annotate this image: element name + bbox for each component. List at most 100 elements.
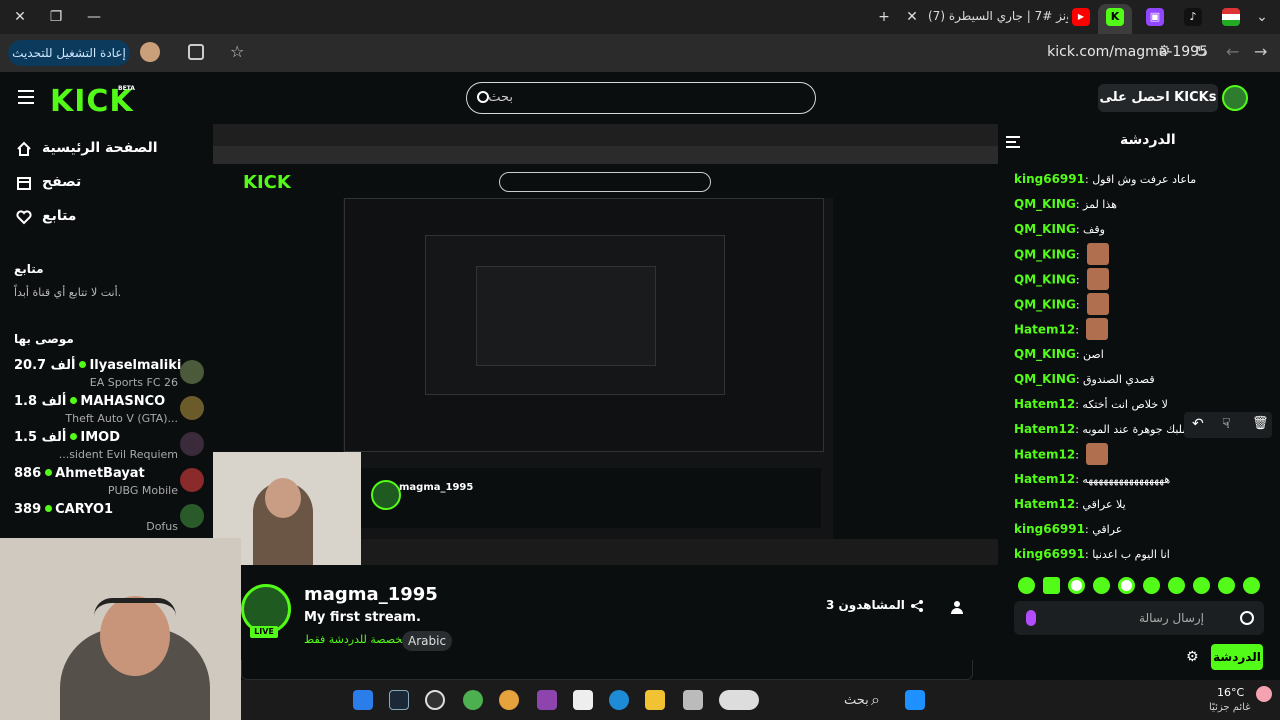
emote-icon[interactable] — [1118, 577, 1135, 594]
folder-icon[interactable] — [645, 690, 665, 710]
update-button[interactable]: إعادة التشغيل للتحديث — [8, 40, 130, 66]
chat-username[interactable]: QM_KING — [1014, 273, 1076, 287]
bookmark-star-icon[interactable]: ☆ — [230, 42, 244, 61]
taskbar-search-icon[interactable]: ⌕ — [871, 690, 880, 710]
tab-search-icon[interactable]: ⌄ — [1250, 6, 1274, 28]
chat-username[interactable]: QM_KING — [1014, 347, 1076, 361]
emote-icon[interactable] — [1193, 577, 1210, 594]
chat-message[interactable]: king66991: عراقي — [1014, 518, 1272, 540]
pin-icon[interactable]: ☟ — [1222, 416, 1231, 432]
chat-username[interactable]: king66991 — [1014, 547, 1085, 561]
chat-message[interactable]: Hatem12: يلا عراقي — [1014, 493, 1272, 515]
windows-start-icon[interactable] — [905, 690, 925, 710]
emote-icon[interactable] — [1018, 577, 1035, 594]
emote-icon[interactable] — [1243, 577, 1260, 594]
minimize-window-icon[interactable]: — — [82, 6, 106, 28]
language-tag[interactable]: Arabic — [402, 631, 453, 651]
channel-item[interactable]: 1.8 ألف MAHASNCO Theft Auto V (GTA)... — [14, 392, 204, 428]
forward-icon[interactable]: ← — [1226, 42, 1239, 61]
chat-username[interactable]: Hatem12 — [1014, 397, 1075, 411]
reply-icon[interactable]: ↶ — [1192, 416, 1204, 432]
collapse-chat-icon[interactable] — [1006, 136, 1020, 148]
close-tab-icon[interactable]: ✕ — [900, 6, 924, 28]
app-icon[interactable] — [683, 690, 703, 710]
chat-username[interactable]: QM_KING — [1014, 197, 1076, 211]
chrome-icon[interactable] — [499, 690, 519, 710]
microphone-icon[interactable] — [1026, 610, 1036, 626]
chat-input[interactable]: إرسال رسالة — [1014, 601, 1264, 635]
emote-icon[interactable] — [1093, 577, 1110, 594]
chat-username[interactable]: Hatem12 — [1014, 323, 1075, 337]
chat-text: انا اليوم ب اعدنيا — [1092, 548, 1170, 561]
youtube-tab-icon[interactable]: ▶ — [1072, 8, 1090, 26]
chat-message[interactable]: Hatem12: — [1014, 443, 1272, 465]
send-chat-button[interactable]: الدردشة — [1211, 644, 1263, 670]
app-icon[interactable] — [425, 690, 445, 710]
twitch-tab-icon[interactable]: ▣ — [1146, 8, 1164, 26]
chat-username[interactable]: Hatem12 — [1014, 422, 1075, 436]
chat-message[interactable]: QM_KING: — [1014, 268, 1272, 290]
chat-message[interactable]: Hatem12: ههههههههههههههههه — [1014, 468, 1272, 490]
chat-username[interactable]: QM_KING — [1014, 248, 1076, 262]
chat-message[interactable]: QM_KING: قصدي الصندوق — [1014, 368, 1272, 390]
steam-icon[interactable] — [389, 690, 409, 710]
emote-icon[interactable] — [1168, 577, 1185, 594]
user-avatar[interactable] — [1222, 85, 1248, 111]
chat-message[interactable]: QM_KING: اصن — [1014, 343, 1272, 365]
emote-icon[interactable] — [1218, 577, 1235, 594]
chat-message[interactable]: QM_KING: وقف — [1014, 218, 1272, 240]
get-kicks-button[interactable]: احصل على KICKs — [1098, 84, 1218, 112]
chat-message[interactable]: king66991: ماعاد عرفت وش اقول — [1014, 168, 1272, 190]
channel-item[interactable]: 389 CARYO1 Dofus — [14, 500, 204, 536]
chat-username[interactable]: Hatem12 — [1014, 497, 1075, 511]
channel-item[interactable]: 20.7 ألف Ilyaselmaliki EA Sports FC 26 — [14, 356, 204, 392]
extensions-icon[interactable] — [188, 44, 204, 60]
tiktok-tab-icon[interactable]: ♪ — [1184, 8, 1202, 26]
site-settings-icon[interactable]: ⚙ — [1158, 43, 1171, 59]
chat-username[interactable]: QM_KING — [1014, 298, 1076, 312]
chrome-icon[interactable] — [463, 690, 483, 710]
channel-item[interactable]: 886 AhmetBayat PUBG Mobile — [14, 464, 204, 500]
chat-message[interactable]: QM_KING: — [1014, 243, 1272, 265]
emote-icon[interactable] — [1068, 577, 1085, 594]
chat-username[interactable]: king66991 — [1014, 522, 1085, 536]
kick-tab-icon[interactable]: K — [1106, 8, 1124, 26]
channel-item[interactable]: 1.5 ألف IMOD ...sident Evil Requiem — [14, 428, 204, 464]
flag-tab-icon[interactable] — [1222, 8, 1240, 26]
chat-username[interactable]: QM_KING — [1014, 222, 1076, 236]
close-window-icon[interactable]: ✕ — [8, 6, 32, 28]
back-icon[interactable]: → — [1254, 42, 1267, 61]
chat-message[interactable]: king66991: انا اليوم ب اعدنيا — [1014, 543, 1272, 565]
url-field[interactable]: kick.com/magma-1995 — [1047, 44, 1208, 60]
emoji-icon[interactable] — [1240, 611, 1254, 625]
chat-username[interactable]: Hatem12 — [1014, 472, 1075, 486]
emote-icon[interactable] — [1143, 577, 1160, 594]
chat-message[interactable]: Hatem12: — [1014, 318, 1272, 340]
channel-name-heading[interactable]: magma_1995 — [304, 584, 438, 605]
app-icon[interactable] — [537, 690, 557, 710]
tab-title[interactable]: (7) أرك فالكونز #7 | جاري السيطرة — [928, 9, 1068, 23]
search-input[interactable]: بحث — [466, 82, 816, 114]
profile-avatar[interactable] — [140, 42, 160, 62]
app-icon[interactable] — [353, 690, 373, 710]
streamer-face — [265, 478, 301, 518]
new-tab-icon[interactable]: + — [872, 6, 896, 28]
emote-icon — [1087, 293, 1110, 315]
emote-icon[interactable] — [1043, 577, 1060, 594]
taskbar-search[interactable]: بحث — [844, 693, 869, 708]
chat-username[interactable]: QM_KING — [1014, 372, 1076, 386]
weather-temp[interactable]: 16°C — [1217, 686, 1244, 699]
chat-settings-icon[interactable]: ⚙ — [1186, 650, 1200, 664]
chat-message[interactable]: QM_KING: — [1014, 293, 1272, 315]
maximize-window-icon[interactable]: ❐ — [44, 6, 68, 28]
menu-icon[interactable] — [18, 90, 34, 104]
chat-username[interactable]: king66991 — [1014, 172, 1085, 186]
edge-icon[interactable] — [609, 690, 629, 710]
chat-message[interactable]: QM_KING: هذا لمز — [1014, 193, 1272, 215]
follow-user-icon[interactable] — [950, 600, 964, 614]
delete-icon[interactable]: 🗑 — [1252, 416, 1269, 431]
chat-username[interactable]: Hatem12 — [1014, 448, 1075, 462]
reload-icon[interactable]: ↻ — [1194, 42, 1207, 61]
share-icon[interactable] — [911, 600, 923, 612]
store-icon[interactable] — [573, 690, 593, 710]
